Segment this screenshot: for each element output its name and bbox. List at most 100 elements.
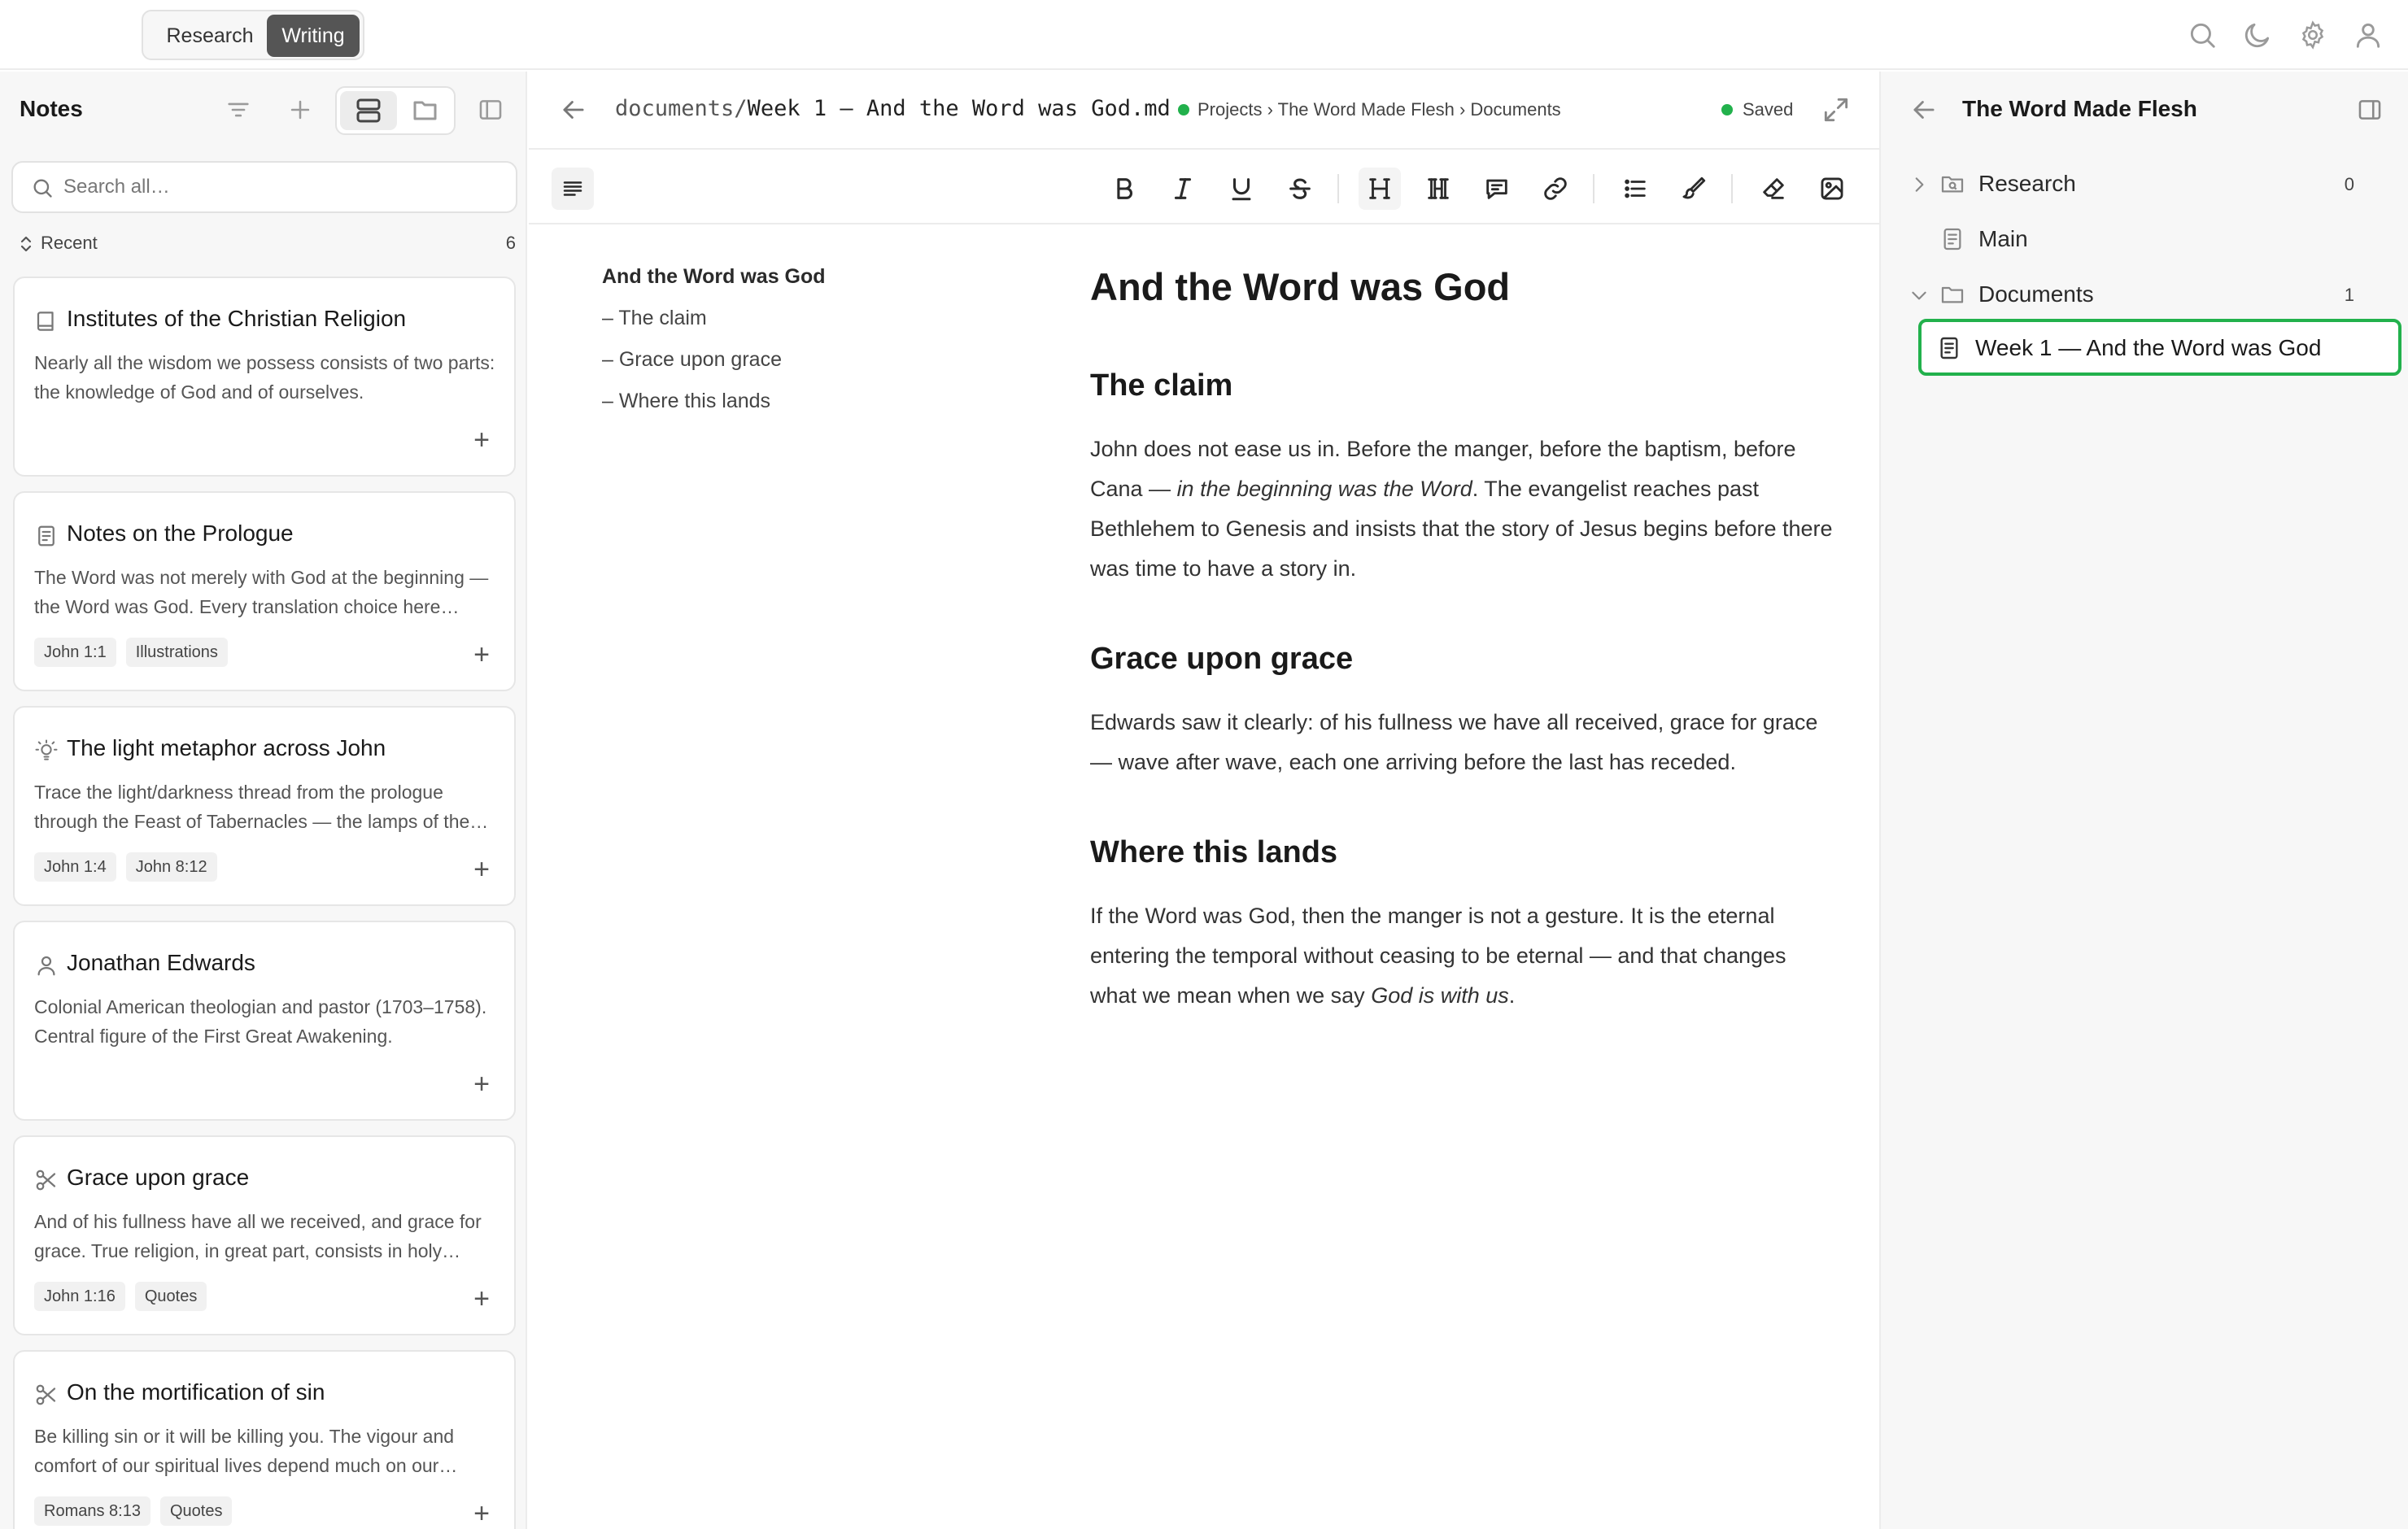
note-card[interactable]: The light metaphor across John Trace the… — [13, 706, 516, 906]
search-input[interactable] — [63, 163, 503, 211]
document-path-folder: documents/ — [615, 96, 748, 121]
tree-item-label: Main — [1978, 226, 2028, 251]
tree-item-research[interactable]: Research 0 — [1897, 158, 2393, 210]
tree-item-label: Documents — [1978, 281, 2094, 307]
underline-icon[interactable] — [1220, 168, 1263, 210]
tag[interactable]: Quotes — [134, 1282, 207, 1311]
notes-panel: Notes Recent 6 Institutes of the Ch — [0, 72, 527, 1529]
note-card[interactable]: Grace upon grace And of his fullness hav… — [13, 1135, 516, 1335]
paragraph: John does not ease us in. Before the man… — [1090, 429, 1839, 589]
lightbulb-icon — [34, 738, 59, 763]
note-excerpt: Colonial American theologian and pastor … — [34, 996, 487, 1047]
note-title: Institutes of the Christian Religion — [67, 306, 407, 331]
document-outline: And the Word was God – The claim – Grace… — [602, 265, 976, 413]
note-tags: John 1:4 John 8:12 — [34, 852, 217, 882]
emphasis-text: God is with us — [1371, 983, 1509, 1008]
mode-switch: Research Writing — [142, 10, 364, 60]
italic-icon[interactable] — [1162, 168, 1204, 210]
heading-icon[interactable] — [1359, 168, 1401, 210]
add-to-document-button[interactable]: + — [473, 1500, 490, 1527]
document-path: documents/Week 1 — And the Word was God.… — [615, 96, 1171, 121]
expand-icon[interactable] — [1821, 94, 1852, 125]
paragraph: If the Word was God, then the manger is … — [1090, 896, 1839, 1016]
folder-view-button[interactable] — [399, 91, 452, 130]
tree-item-documents[interactable]: Documents 1 — [1897, 268, 2393, 320]
subheading-icon[interactable] — [1417, 168, 1459, 210]
mode-research-button[interactable]: Research — [148, 15, 272, 57]
gear-icon[interactable] — [2297, 20, 2328, 50]
sidebar-toggle-icon[interactable] — [477, 96, 504, 124]
note-excerpt: And of his fullness have all we received… — [34, 1211, 482, 1261]
section-heading: Grace upon grace — [1090, 642, 1354, 676]
chevron-right-icon[interactable] — [1909, 174, 1930, 195]
save-status: Saved — [1743, 99, 1794, 120]
comment-icon[interactable] — [1476, 168, 1518, 210]
document-icon — [1936, 335, 1962, 361]
user-icon[interactable] — [2353, 20, 2384, 50]
tag[interactable]: Romans 8:13 — [34, 1496, 150, 1526]
emphasis-text: in the beginning was the Word — [1176, 477, 1472, 501]
add-to-document-button[interactable]: + — [473, 1285, 490, 1313]
editor-header: documents/Week 1 — And the Word was God.… — [529, 72, 1879, 150]
sidebar-toggle-icon[interactable] — [2356, 96, 2384, 124]
note-card[interactable]: Notes on the Prologue The Word was not m… — [13, 491, 516, 691]
tag[interactable]: John 8:12 — [125, 852, 217, 882]
tree-item-main[interactable]: Main — [1897, 213, 2393, 265]
back-arrow-icon[interactable] — [1909, 94, 1939, 125]
note-excerpt: Be killing sin or it will be killing you… — [34, 1426, 455, 1476]
top-bar: Research Writing — [0, 0, 2408, 70]
scissors-icon — [34, 1383, 59, 1407]
note-title: The light metaphor across John — [67, 735, 386, 760]
link-icon[interactable] — [1534, 168, 1577, 210]
note-excerpt: Trace the light/darkness thread from the… — [34, 782, 470, 832]
filter-icon[interactable] — [225, 96, 252, 124]
note-card[interactable]: On the mortification of sin Be killing s… — [13, 1350, 516, 1529]
search-icon[interactable] — [2187, 20, 2218, 50]
paragraph: Edwards saw it clearly: of his fullness … — [1090, 710, 1818, 774]
add-to-document-button[interactable]: + — [473, 426, 490, 454]
back-arrow-icon[interactable] — [558, 94, 589, 125]
saved-status-dot — [1721, 104, 1733, 115]
chevron-down-icon[interactable] — [1909, 285, 1930, 306]
note-tags: John 1:1 Illustrations — [34, 638, 228, 667]
add-to-document-button[interactable]: + — [473, 856, 490, 883]
list-view-button[interactable] — [340, 91, 397, 130]
moon-icon[interactable] — [2242, 20, 2273, 50]
section-heading: Where this lands — [1090, 835, 1338, 869]
breadcrumb[interactable]: Projects › The Word Made Flesh › Documen… — [1197, 99, 1561, 120]
recent-count: 6 — [505, 233, 516, 253]
recent-label: Recent — [41, 233, 98, 253]
tag[interactable]: John 1:16 — [34, 1282, 125, 1311]
tree-item-label: Research — [1978, 171, 2076, 196]
tree-item-week-1-selected[interactable]: Week 1 — And the Word was God — [1918, 319, 2401, 376]
mode-writing-button[interactable]: Writing — [267, 15, 360, 57]
add-to-document-button[interactable]: + — [473, 641, 490, 669]
bullet-list-icon[interactable] — [1614, 168, 1656, 210]
bold-icon[interactable] — [1103, 168, 1145, 210]
search-box — [11, 161, 517, 213]
tag[interactable]: John 1:1 — [34, 638, 116, 667]
add-note-icon[interactable] — [286, 96, 314, 124]
note-title: On the mortification of sin — [67, 1379, 325, 1405]
outline-item[interactable]: – The claim — [602, 307, 976, 330]
note-card[interactable]: Institutes of the Christian Religion Nea… — [13, 277, 516, 477]
add-to-document-button[interactable]: + — [473, 1070, 490, 1098]
outline-item[interactable]: – Grace upon grace — [602, 348, 976, 372]
tag[interactable]: Quotes — [159, 1496, 233, 1526]
image-icon[interactable] — [1811, 168, 1853, 210]
eraser-icon[interactable] — [1752, 168, 1795, 210]
document-body[interactable]: And the Word was God The claim John does… — [1090, 259, 1839, 1016]
tag[interactable]: Illustrations — [125, 638, 228, 667]
note-card[interactable]: Jonathan Edwards Colonial American theol… — [13, 921, 516, 1121]
outline-title[interactable]: And the Word was God — [602, 265, 976, 289]
note-tags: John 1:16 Quotes — [34, 1282, 207, 1311]
document-filename: Week 1 — And the Word was God.md — [747, 96, 1171, 121]
outline-item[interactable]: – Where this lands — [602, 390, 976, 413]
sort-chevrons-icon — [18, 234, 34, 254]
strikethrough-icon[interactable] — [1279, 168, 1321, 210]
highlighter-brush-icon[interactable] — [1673, 168, 1715, 210]
recent-section-header[interactable]: Recent 6 — [18, 231, 516, 255]
outline-toggle-button[interactable] — [552, 168, 594, 210]
tag[interactable]: John 1:4 — [34, 852, 116, 882]
search-icon — [31, 176, 54, 199]
